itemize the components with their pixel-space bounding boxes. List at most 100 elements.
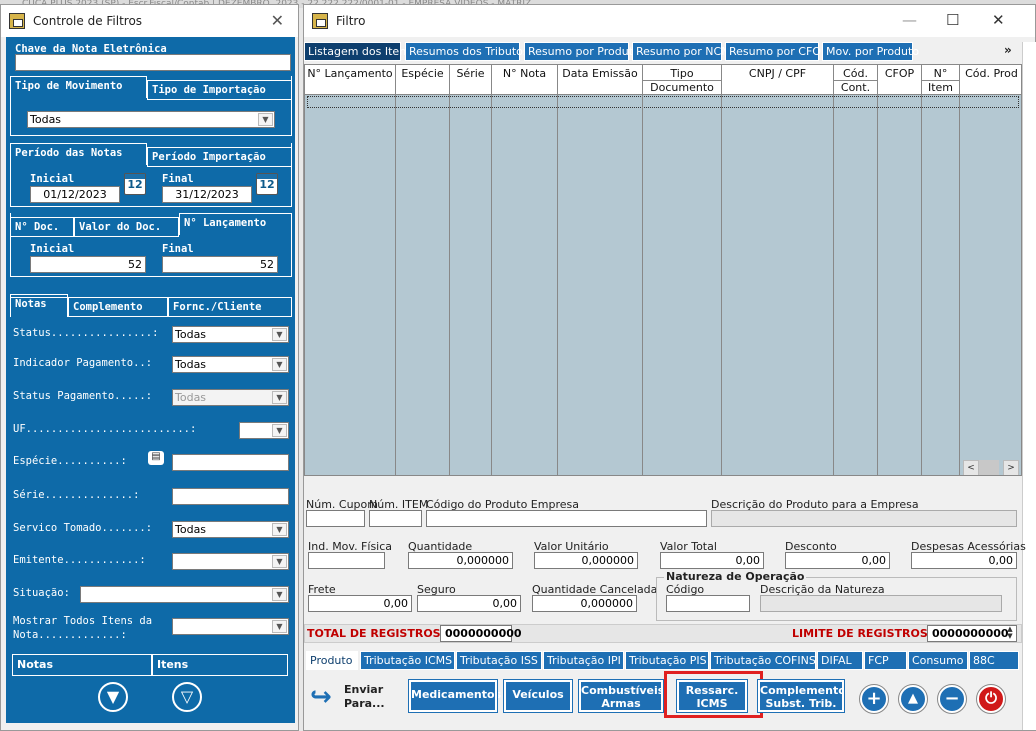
maximize-icon[interactable]: ☐ xyxy=(946,11,959,29)
col-header[interactable]: N° Lançamento xyxy=(305,65,396,95)
tab-trib-iss[interactable]: Tributação ISS xyxy=(456,651,542,670)
tab-complemento[interactable]: Complemento xyxy=(68,297,168,317)
tipo-movimento-select[interactable]: Todas ▼ xyxy=(27,111,275,128)
close-icon[interactable]: ✕ xyxy=(992,11,1005,29)
tab-produto[interactable]: Produto xyxy=(306,651,358,670)
vertical-scrollbar[interactable] xyxy=(1022,42,1036,730)
scroll-left-icon[interactable]: < xyxy=(963,460,979,475)
col-header[interactable]: CFOP xyxy=(878,65,922,95)
remove-icon[interactable]: − xyxy=(937,684,967,714)
items-grid[interactable]: N° Lançamento Espécie Série N° Nota Data… xyxy=(304,64,1022,476)
col-header[interactable]: CNPJ / CPF xyxy=(722,65,834,95)
tab-trib-ipi[interactable]: Tributação IPI xyxy=(543,651,624,670)
especie-input[interactable] xyxy=(172,454,289,471)
tab-trib-icms[interactable]: Tributação ICMS xyxy=(360,651,455,670)
situacao-select[interactable]: ▼ xyxy=(80,586,289,603)
tab-listagem-itens[interactable]: Listagem dos Itens xyxy=(304,42,412,61)
col-header[interactable]: Cód. Cont. xyxy=(834,65,878,95)
tab-notas[interactable]: Notas xyxy=(10,294,68,317)
minimize-icon[interactable]: — xyxy=(902,11,917,29)
tab-fcp[interactable]: FCP xyxy=(864,651,907,670)
periodo-final-input[interactable]: 31/12/2023 xyxy=(162,186,252,203)
col-header[interactable]: N° Item xyxy=(922,65,960,95)
lanc-final-input[interactable]: 52 xyxy=(162,256,278,273)
num-cupom-input[interactable] xyxy=(306,510,365,527)
enviar-label-2[interactable]: Para... xyxy=(344,697,385,710)
uf-select[interactable]: ▼ xyxy=(239,422,289,439)
codigo-input[interactable] xyxy=(666,595,750,612)
chave-input[interactable] xyxy=(15,54,291,71)
scroll-right-icon[interactable]: > xyxy=(1003,460,1019,475)
col-header[interactable]: Data Emissão xyxy=(558,65,643,95)
selected-row[interactable] xyxy=(307,96,1019,108)
tab-bottom-notas[interactable]: Notas xyxy=(12,654,152,676)
clear-filter-icon[interactable]: ▽ xyxy=(172,682,202,712)
combustiveis-armas-button[interactable]: Combustíveis Armas xyxy=(578,679,664,713)
col-subtitle: Item xyxy=(922,80,959,95)
tab-tipo-importacao[interactable]: Tipo de Importação xyxy=(147,80,292,100)
calendar-icon[interactable]: 12 xyxy=(256,173,278,195)
calendar-icon[interactable]: 12 xyxy=(124,173,146,195)
valor-unit-input[interactable]: 0,000000 xyxy=(534,552,638,569)
chevron-down-icon: ▼ xyxy=(272,424,287,437)
tab-trib-cofins[interactable]: Tributação COFINS xyxy=(710,651,816,670)
tab-resumo-ncm[interactable]: Resumo por NCM xyxy=(632,42,731,61)
send-arrow-icon[interactable]: ↪ xyxy=(310,683,336,711)
chevron-more-icon[interactable]: » xyxy=(1004,43,1012,57)
tab-difal[interactable]: DIFAL xyxy=(817,651,863,670)
servico-tomado-select[interactable]: Todas ▼ xyxy=(172,521,289,538)
tab-mov-produto[interactable]: Mov. por Produto xyxy=(822,42,919,61)
veiculos-button[interactable]: Veículos xyxy=(503,679,573,713)
qtd-cancelada-input[interactable]: 0,000000 xyxy=(532,595,637,612)
col-header[interactable]: N° Nota xyxy=(492,65,558,95)
scroll-thumb[interactable] xyxy=(979,460,999,475)
up-icon[interactable]: ▲ xyxy=(898,684,928,714)
enviar-label[interactable]: Enviar xyxy=(344,683,383,696)
ind-mov-input[interactable] xyxy=(308,552,385,569)
power-icon[interactable]: ⏻ xyxy=(976,684,1006,714)
lanc-inicial-input[interactable]: 52 xyxy=(30,256,146,273)
tab-resumo-cfop[interactable]: Resumo por CFOP xyxy=(725,42,828,61)
tab-bottom-itens[interactable]: Itens xyxy=(152,654,288,676)
tab-resumos-tributos[interactable]: Resumos dos Tributos xyxy=(405,42,529,61)
close-icon[interactable]: ✕ xyxy=(271,11,284,30)
medicamentos-button[interactable]: Medicamentos xyxy=(408,679,501,713)
chevron-down-icon: ▼ xyxy=(272,523,287,536)
mostrar-label-1: Mostrar Todos Itens da xyxy=(13,615,153,627)
tab-periodo-notas[interactable]: Período das Notas xyxy=(10,143,147,165)
tab-num-doc[interactable]: N° Doc. xyxy=(10,217,74,237)
ind-pagamento-select[interactable]: Todas ▼ xyxy=(172,356,289,373)
complemento-st-button[interactable]: Complemento Subst. Trib. xyxy=(757,679,846,713)
periodo-inicial-input[interactable]: 01/12/2023 xyxy=(30,186,120,203)
col-header[interactable]: Tipo Documento xyxy=(643,65,722,95)
col-header[interactable]: Espécie xyxy=(396,65,450,95)
quantidade-input[interactable]: 0,000000 xyxy=(408,552,513,569)
tab-trib-pis[interactable]: Tributação PIS xyxy=(625,651,709,670)
grid-line xyxy=(557,95,558,475)
tab-consumo[interactable]: Consumo xyxy=(908,651,968,670)
spinner-icon[interactable]: ▲ ▼ xyxy=(1004,626,1016,641)
emitente-select[interactable]: ▼ xyxy=(172,553,289,570)
col-header[interactable]: Série xyxy=(450,65,492,95)
tab-valor-doc[interactable]: Valor do Doc. xyxy=(74,217,179,237)
serie-input[interactable] xyxy=(172,488,289,505)
tab-fornc-cliente[interactable]: Fornc./Cliente xyxy=(168,297,292,317)
desconto-input[interactable]: 0,00 xyxy=(785,552,890,569)
tab-resumo-produto[interactable]: Resumo por Produto xyxy=(524,42,640,61)
mostrar-itens-select[interactable]: ▼ xyxy=(172,618,289,635)
tab-tipo-movimento[interactable]: Tipo de Movimento xyxy=(10,76,147,98)
valor-total-input[interactable]: 0,00 xyxy=(660,552,764,569)
tab-num-lancamento[interactable]: N° Lançamento xyxy=(179,213,292,235)
cod-produto-input[interactable] xyxy=(426,510,707,527)
num-item-input[interactable] xyxy=(369,510,422,527)
search-list-icon[interactable]: ▤ xyxy=(148,451,164,465)
col-header[interactable]: Cód. Prod xyxy=(960,65,1021,95)
seguro-input[interactable]: 0,00 xyxy=(417,595,521,612)
frete-input[interactable]: 0,00 xyxy=(308,595,412,612)
tab-88c[interactable]: 88C xyxy=(969,651,1019,670)
tab-periodo-importacao[interactable]: Período Importação xyxy=(147,147,292,167)
add-icon[interactable]: + xyxy=(859,684,889,714)
filter-icon[interactable]: ▼ xyxy=(98,682,128,712)
status-select[interactable]: Todas ▼ xyxy=(172,326,289,343)
despesas-input[interactable]: 0,00 xyxy=(911,552,1017,569)
